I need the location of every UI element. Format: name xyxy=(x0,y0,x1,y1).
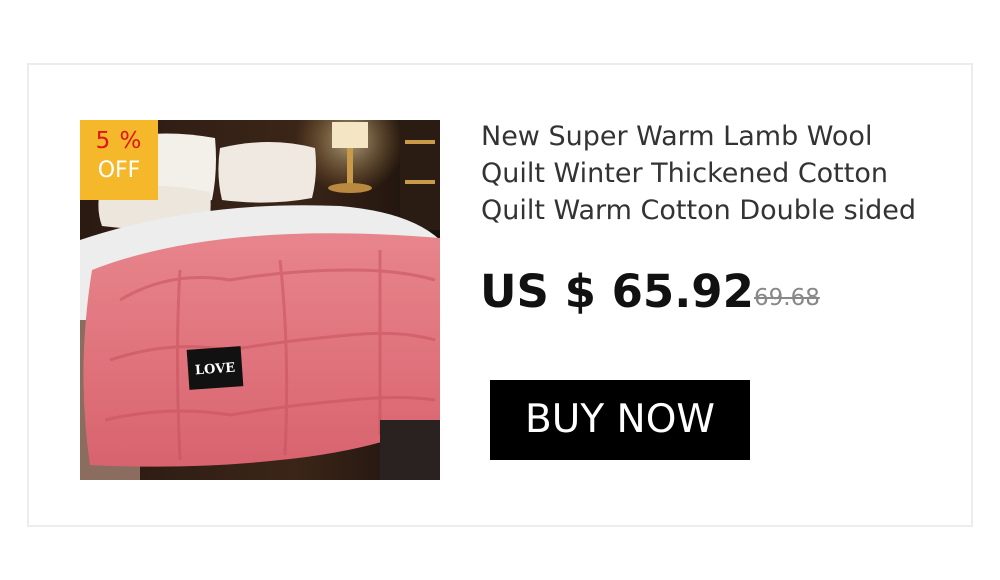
discount-badge: 5 % OFF xyxy=(80,120,158,200)
original-price: 69.68 xyxy=(754,285,820,311)
buy-now-button[interactable]: BUY NOW xyxy=(490,380,750,460)
product-price: US $ 65.92 xyxy=(480,265,754,318)
quilt-label-text: LOVE xyxy=(195,361,236,379)
discount-off-label: OFF xyxy=(97,158,141,183)
discount-percent: 5 % xyxy=(95,128,143,154)
product-title[interactable]: New Super Warm Lamb Wool Quilt Winter Th… xyxy=(481,118,941,229)
